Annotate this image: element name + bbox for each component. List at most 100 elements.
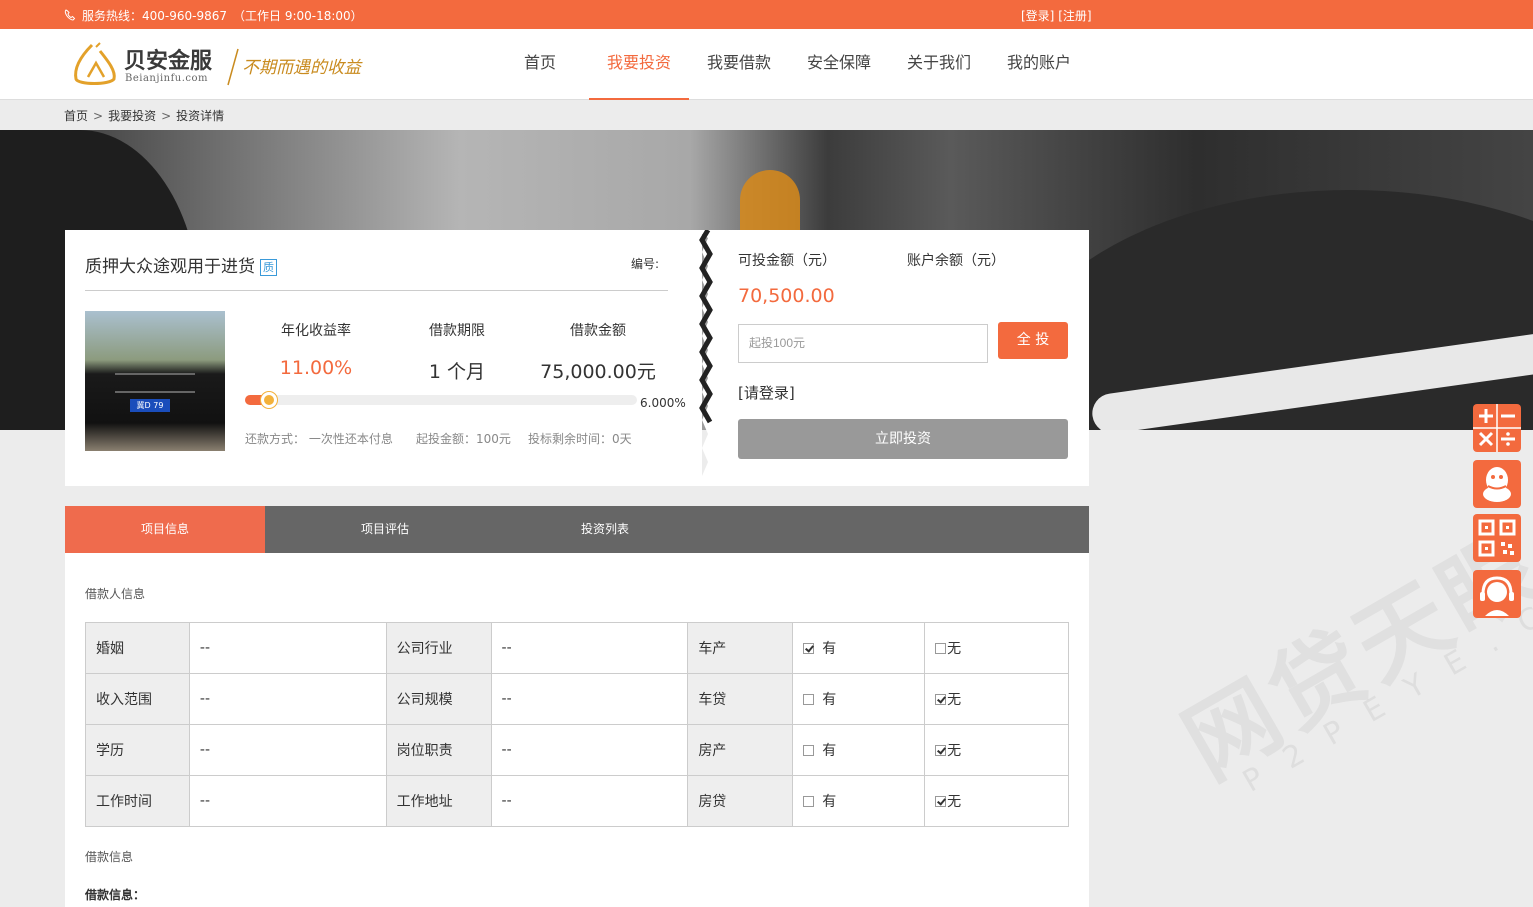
field-value: -- [188,622,387,674]
yes-label: 有 [822,641,837,657]
logo-slogan: 不期而遇的收益 [242,58,361,78]
invest-now-button[interactable]: 立即投资 [738,419,1068,459]
available-amount: 70,500.00 [738,285,835,307]
watermark: 网贷天眼 P2PEYE.COM [1070,370,1533,800]
stat-label: 借款期限 [429,323,485,339]
logo-divider [227,48,239,86]
field-label: 工作地址 [385,775,492,827]
checkbox-unchecked [803,745,815,756]
nav-borrow[interactable]: 我要借款 [689,29,789,100]
progress-bar [245,392,637,408]
checkbox-unchecked [935,643,947,654]
divider [85,290,668,291]
checkbox-checked [935,745,947,756]
nav-account[interactable]: 我的账户 [989,29,1089,100]
phone-icon [64,9,76,21]
min-invest: 起投金额：100元 [416,432,511,446]
register-link[interactable]: [注册] [1058,9,1091,23]
header: 贝安金服 Beianjinfu.com 不期而遇的收益 首页 我要投资 我要借款… [0,29,1533,100]
yes-label: 有 [822,794,837,810]
nav-about[interactable]: 关于我们 [889,29,989,100]
nav-invest[interactable]: 我要投资 [589,29,689,100]
project-title-text: 质押大众途观用于进货 [85,257,255,277]
field-label: 公司行业 [385,622,492,674]
breadcrumb-current: 投资详情 [176,109,225,123]
logo[interactable]: 贝安金服 Beianjinfu.com 不期而遇的收益 [70,41,380,89]
login-prompt-link[interactable]: [请登录] [738,382,795,403]
table-row: 收入范围 -- 公司规模 -- 车贷 有 无 [85,673,1069,725]
stat-annual-rate: 年化收益率 11.00% [246,320,386,379]
nav-security[interactable]: 安全保障 [789,29,889,100]
top-bar: 服务热线：400-960-9867 （工作日 9:00-18:00） [登录] … [0,0,1533,29]
tab-invest-list[interactable]: 投资列表 [505,506,705,553]
yes-cell: 有 [792,775,926,827]
breadcrumb-invest[interactable]: 我要投资 [108,109,156,123]
checkbox-checked [935,796,947,807]
field-label: 工作时间 [85,775,190,827]
field-value: -- [490,724,689,776]
breadcrumb-home[interactable]: 首页 [64,109,88,123]
no-cell: 无 [924,724,1069,776]
field-value: -- [188,775,387,827]
balance-label: 账户余额（元） [907,253,1005,269]
project-title: 质押大众途观用于进货质 [85,252,277,277]
loan-section-title: 借款信息 [85,850,134,864]
customer-service-button[interactable] [1473,570,1521,618]
calculator-icon [1473,404,1521,452]
stat-value: 11.00% [279,357,353,379]
no-label: 无 [947,794,962,810]
calculator-button[interactable] [1473,404,1521,452]
invest-amount-input[interactable]: 起投100元 [738,324,988,363]
logo-brand: 贝安金服 [124,49,213,74]
checkbox-checked [803,643,815,654]
progress-percent: 6.000% [640,396,686,410]
tab-project-assessment[interactable]: 项目评估 [285,506,485,553]
borrower-section-title: 借款人信息 [85,587,146,601]
login-link[interactable]: [登录] [1021,9,1054,23]
stat-label: 借款金额 [570,323,626,339]
breadcrumb: 首页 > 我要投资 > 投资详情 [64,107,224,124]
no-cell: 无 [924,622,1069,674]
nav-home[interactable]: 首页 [490,29,590,100]
qrcode-icon [1478,519,1516,557]
field-label: 车产 [687,622,794,674]
invest-all-button[interactable]: 全 投 [998,322,1068,359]
stat-value: 75,000.00元 [540,361,656,383]
qq-button[interactable] [1473,460,1521,508]
field-value: -- [188,673,387,725]
customer-service-icon [1480,576,1514,616]
field-label: 房贷 [687,775,794,827]
table-row: 工作时间 -- 工作地址 -- 房贷 有 无 [85,775,1069,827]
tab-project-info[interactable]: 项目信息 [65,506,265,553]
yes-label: 有 [822,692,837,708]
auth-links: [登录] [注册] [1021,7,1092,24]
field-value: -- [490,622,689,674]
car-grille [115,373,195,393]
project-code: 编号: [631,257,660,271]
no-label: 无 [947,692,962,708]
yes-cell: 有 [792,673,926,725]
qrcode-button[interactable] [1473,514,1521,562]
no-cell: 无 [924,775,1069,827]
no-label: 无 [947,743,962,759]
qq-icon [1483,467,1511,502]
borrower-table: 婚姻 -- 公司行业 -- 车产 有 无 收入范围 -- 公司规模 -- 车贷 … [85,622,1069,827]
progress-knob [260,392,277,408]
pledge-badge: 质 [260,259,277,276]
field-label: 公司规模 [385,673,492,725]
hotline-text: 服务热线：400-960-9867 （工作日 9:00-18:00） [82,9,363,23]
field-label: 车贷 [687,673,794,725]
loan-info-label: 借款信息： [85,888,146,902]
yes-cell: 有 [792,724,926,776]
yes-label: 有 [822,743,837,759]
logo-mark-icon [74,42,116,85]
project-photo: 冀D 79 [85,311,225,451]
logo-brand-en: Beianjinfu.com [125,73,209,84]
field-value: -- [188,724,387,776]
field-label: 婚姻 [85,622,190,674]
field-label: 房产 [687,724,794,776]
breadcrumb-separator: > [161,109,172,123]
remaining-time: 投标剩余时间：0天 [528,432,632,446]
project-panel: 质押大众途观用于进货质 编号: 冀D 79 年化收益率 11.00% 借款期限 … [65,230,702,486]
repay-method: 还款方式： 一次性还本付息 [245,432,393,446]
